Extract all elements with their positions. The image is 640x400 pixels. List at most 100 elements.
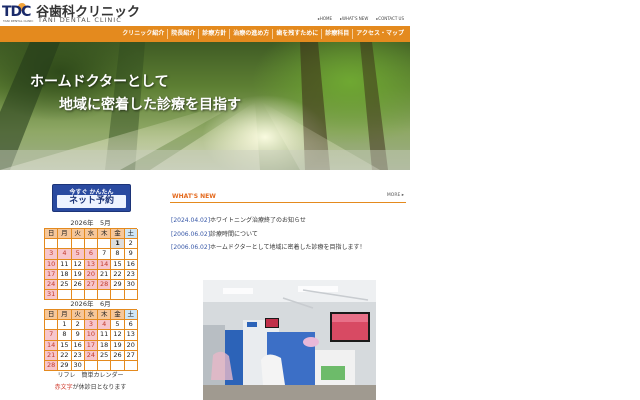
calendar-day: 3 [84, 320, 99, 331]
news-text: ホームドクターとして地域に密着した診療を目指します！ [210, 244, 366, 251]
calendar-june: 2026年 6月 日月火水木金土 1 2 3 4 5 6 7 8 9 10 11 12 13 14 15 16 1… [44, 299, 138, 372]
calendar-day [71, 239, 85, 250]
calendar-day: 16 [124, 259, 138, 270]
calendar-day: 22 [111, 269, 125, 280]
site-container: TDC TANI DENTAL CLINIC 谷歯科クリニック TANI DEN… [0, 0, 410, 400]
calendar-day: 1 [111, 239, 125, 250]
calendar-day: 27 [124, 350, 138, 361]
hero-banner: ホームドクターとして 地域に密着した診療を目指す [0, 42, 410, 170]
nav-item-access[interactable]: アクセス・マップ [353, 26, 407, 42]
calendar-day: 11 [98, 330, 112, 341]
calendar-day: 7 [45, 330, 59, 341]
calendar-day [84, 239, 99, 250]
calendar-day: 20 [84, 269, 99, 280]
reservation-label: ネット予約 [57, 195, 126, 208]
calendar-day: 12 [71, 259, 85, 270]
clinic-name-en: TANI DENTAL CLINIC [38, 16, 122, 24]
news-text: 診療時間について [210, 230, 258, 238]
calendar-day: 5 [71, 249, 85, 260]
calendar-day: 15 [58, 340, 72, 351]
logo-mark-text: TDC [2, 4, 31, 20]
calendar-day: 19 [71, 269, 85, 280]
news-date: [2024.04.02] [171, 217, 211, 224]
calendar-day: 25 [58, 279, 72, 291]
calendar-day: 6 [84, 249, 99, 260]
calendar-grid: 日月火水木金土 1 2 3 4 5 6 7 8 9 10 11 12 13 14 15 16 17 18 19 20 21… [44, 309, 138, 372]
calendar-day: 29 [111, 279, 125, 291]
calendar-weekday: 金 [111, 229, 125, 240]
top-links: ▸HOME ▸WHAT'S NEW ▸CONTACT US [318, 16, 404, 21]
clinic-interior-photo [203, 280, 376, 400]
calendar-day: 16 [71, 340, 85, 351]
nav-item-clinic[interactable]: クリニック紹介 [119, 26, 167, 42]
calendar-day: 10 [84, 330, 99, 341]
calendar-day: 9 [71, 330, 85, 341]
calendar-caption[interactable]: リフレ 簡単カレンダー [44, 370, 137, 379]
news-list: [2024.04.02]ホワイトニング治療終了のお知らせ [2006.06.02… [171, 215, 407, 256]
calendar-note-text: が休診日となります [72, 384, 127, 391]
logo-mark-subtext: TANI DENTAL CLINIC [3, 19, 34, 23]
calendar-day: 6 [124, 320, 138, 331]
clinic-logo[interactable]: TDC TANI DENTAL CLINIC [2, 3, 34, 23]
calendar-day: 2 [71, 320, 85, 331]
calendar-day: 3 [45, 249, 59, 260]
nav-item-policy[interactable]: 診療方針 [199, 26, 229, 42]
calendar-day: 10 [45, 259, 59, 270]
whats-new-more-link[interactable]: MORE ▸ [387, 193, 404, 198]
main-nav: クリニック紹介 院長紹介 診療方針 治療の進め方 歯を残すために 診療科目 アク… [0, 26, 410, 42]
calendar-day: 27 [84, 279, 99, 291]
hero-headline-1: ホームドクターとして [30, 74, 169, 90]
news-item[interactable]: [2006.06.02]ホームドクターとして地域に密着した診療を目指します！ [171, 242, 407, 256]
calendar-weekday: 木 [98, 310, 112, 321]
calendar-day: 24 [84, 350, 99, 361]
calendar-weekday: 日 [45, 229, 59, 240]
calendar-weekday: 土 [124, 229, 138, 240]
news-date: [2006.06.02] [171, 230, 211, 238]
calendar-weekday: 木 [98, 229, 112, 240]
top-link-home[interactable]: ▸HOME [318, 16, 332, 21]
nav-item-departments[interactable]: 診療科目 [322, 26, 352, 42]
calendar-note: 赤文字が休診日となります [44, 382, 137, 391]
calendar-day [58, 239, 72, 250]
news-item[interactable]: [2024.04.02]ホワイトニング治療終了のお知らせ [171, 215, 407, 229]
calendar-title: 2026年 5月 [70, 219, 111, 227]
calendar-day: 1 [58, 320, 72, 331]
calendar-weekday: 土 [124, 310, 138, 321]
calendar-day: 12 [111, 330, 125, 341]
nav-item-director[interactable]: 院長紹介 [168, 26, 198, 42]
calendar-day [98, 239, 112, 250]
calendar-day: 4 [58, 249, 72, 260]
nav-item-treatment-flow[interactable]: 治療の進め方 [230, 26, 272, 42]
news-text: ホワイトニング治療終了のお知らせ [210, 217, 306, 224]
calendar-day: 22 [58, 350, 72, 361]
calendar-weekday: 火 [71, 229, 85, 240]
calendar-weekday: 月 [58, 310, 72, 321]
calendar-weekday: 日 [45, 310, 59, 321]
calendar-weekday: 水 [84, 310, 99, 321]
top-link-whats-new[interactable]: ▸WHAT'S NEW [340, 16, 368, 21]
calendar-day [45, 239, 59, 250]
calendar-day: 15 [111, 259, 125, 270]
calendar-day: 13 [84, 259, 99, 270]
calendar-day: 17 [84, 340, 99, 351]
calendar-day: 18 [98, 340, 112, 351]
header: TDC TANI DENTAL CLINIC 谷歯科クリニック TANI DEN… [0, 0, 410, 26]
calendar-day: 28 [98, 279, 112, 291]
calendar-day: 7 [98, 249, 112, 260]
calendar-day: 26 [71, 279, 85, 291]
calendar-day: 2 [124, 239, 138, 250]
top-link-contact[interactable]: ▸CONTACT US [376, 16, 404, 21]
news-item[interactable]: [2006.06.02]診療時間について [171, 229, 407, 243]
clinic-interior-image [203, 280, 376, 400]
calendar-day: 21 [45, 350, 59, 361]
nav-item-save-teeth[interactable]: 歯を残すために [273, 26, 321, 42]
calendar-day: 5 [111, 320, 125, 331]
net-reservation-button[interactable]: 今すぐ かんたん ネット予約 [52, 184, 131, 212]
calendar-day: 8 [111, 249, 125, 260]
calendar-day: 8 [58, 330, 72, 341]
calendar-day: 26 [111, 350, 125, 361]
calendar-day: 24 [45, 279, 59, 291]
calendar-day: 14 [45, 340, 59, 351]
calendar-day: 18 [58, 269, 72, 280]
calendar-grid: 日月火水木金土 1 2 3 4 5 6 7 8 9 10 11 12 13 14 15 16 17 18 19 20 21… [44, 228, 138, 301]
